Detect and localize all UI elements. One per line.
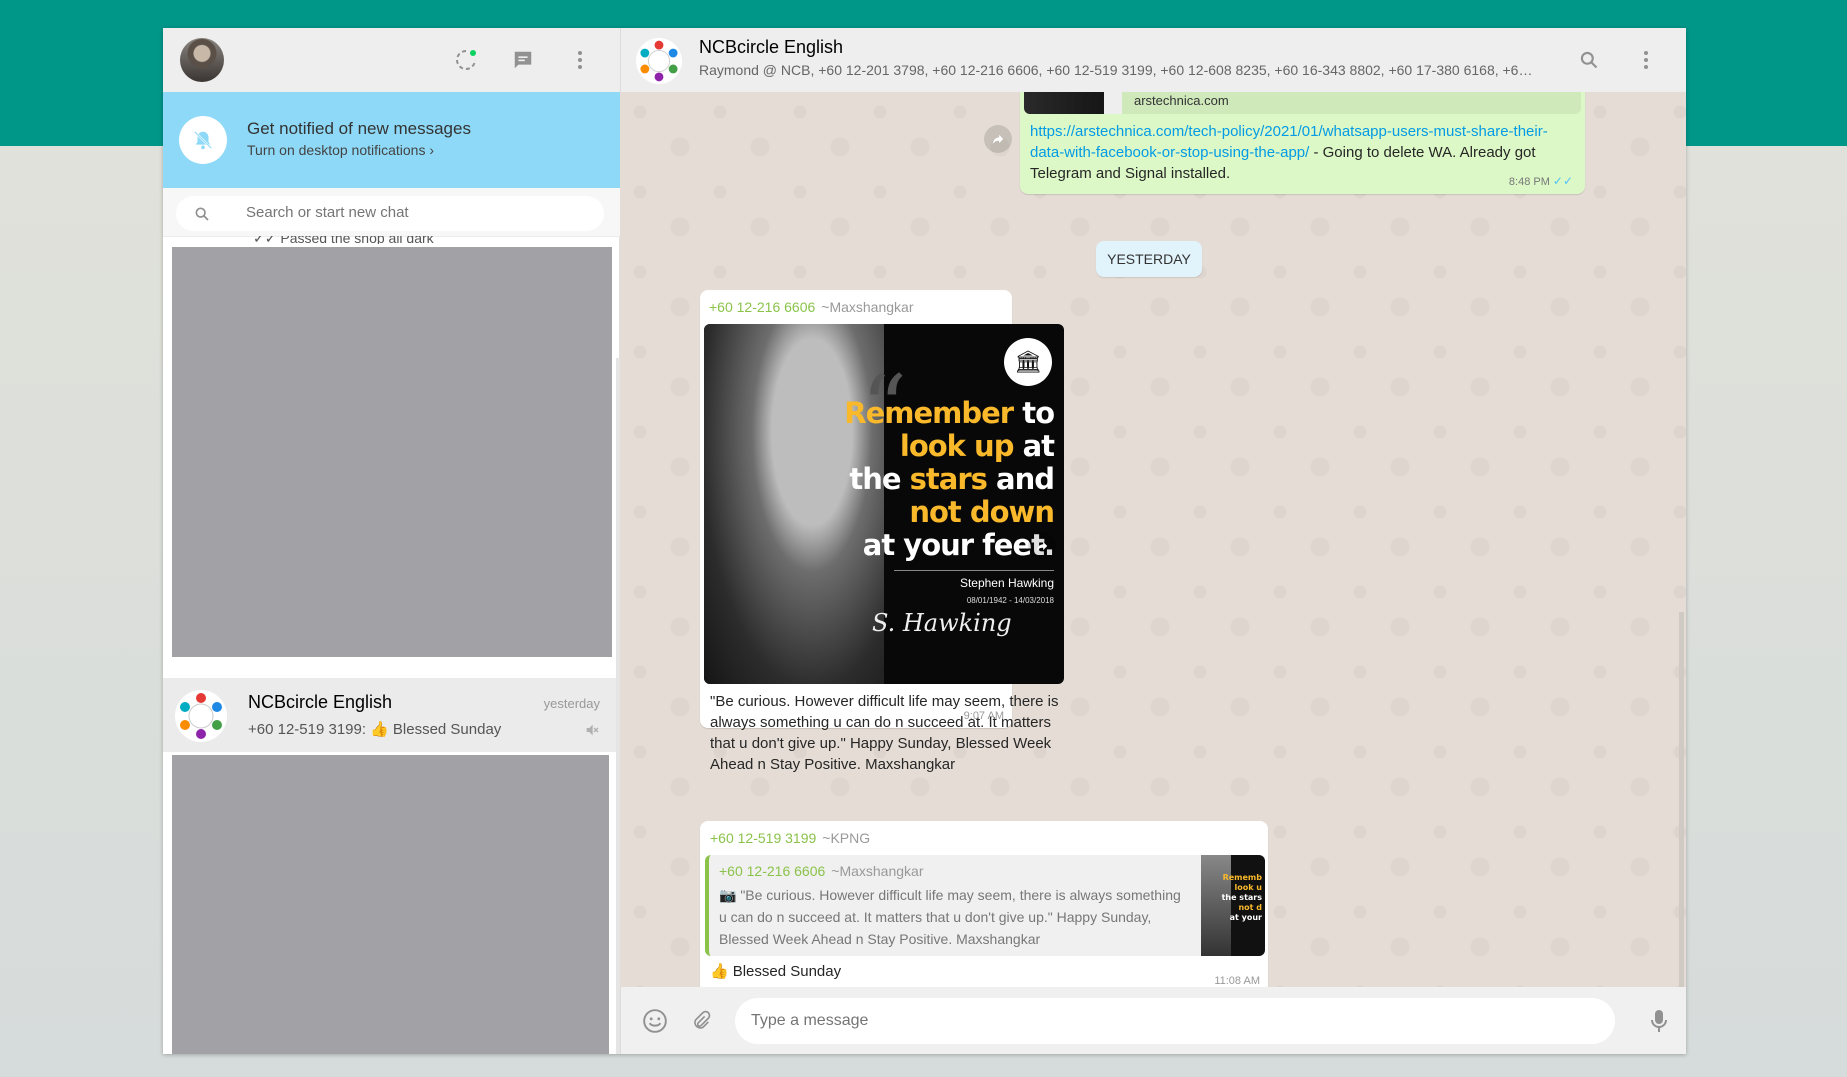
- message-list[interactable]: arstechnica.com https://arstechnica.com/…: [620, 92, 1686, 987]
- link-preview-domain: arstechnica.com: [1134, 93, 1229, 108]
- quote-line-1: Remember to: [844, 396, 1055, 430]
- sender-alias: ~Maxshangkar: [821, 299, 914, 315]
- outgoing-message[interactable]: arstechnica.com https://arstechnica.com/…: [1020, 92, 1585, 194]
- quoted-message[interactable]: +60 12-216 6606 ~Maxshangkar 📷 "Be curiou…: [705, 855, 1265, 956]
- portrait-photo: [704, 324, 884, 684]
- search-icon: [194, 206, 210, 227]
- status-icon[interactable]: [453, 47, 479, 73]
- read-receipt-icon: ✓✓: [1552, 174, 1573, 188]
- quoted-text-body: "Be curious. However difficult life may …: [719, 887, 1181, 947]
- link-preview-thumbnail-page: [1104, 92, 1122, 114]
- conversation-header[interactable]: NCBcircle English Raymond @ NCB, +60 12-…: [620, 28, 1686, 92]
- sender-number: +60 12-216 6606: [709, 299, 816, 315]
- reply-message[interactable]: +60 12-519 3199 ~KPNG +60 12-216 6606 ~Max…: [700, 821, 1268, 987]
- quote-author: Stephen Hawking: [959, 576, 1054, 590]
- notification-title: Get notified of new messages: [247, 119, 471, 138]
- quoted-text: 📷 "Be curious. However difficult life ma…: [719, 884, 1189, 950]
- conversation-title: NCBcircle English: [699, 37, 844, 57]
- image-message[interactable]: +60 12-216 6606 ~Maxshangkar “ 🏛 Remember…: [700, 290, 1064, 773]
- thumbs-up-icon: 👍: [710, 963, 729, 980]
- menu-icon[interactable]: [1633, 47, 1659, 73]
- quote-line-2: look up at: [899, 429, 1055, 463]
- quoted-sender-alias: ~Maxshangkar: [831, 863, 924, 879]
- notification-banner: Get notified of new messages Turn on des…: [163, 92, 620, 188]
- sidebar: Get notified of new messages Turn on des…: [163, 28, 620, 1054]
- quoted-sender: +60 12-216 6606 ~Maxshangkar: [719, 863, 923, 879]
- camera-icon: 📷: [719, 887, 737, 903]
- outgoing-message-time: 8:48 PM: [1508, 176, 1550, 188]
- emoji-icon[interactable]: [641, 1007, 669, 1035]
- chat-preview-peek: ✓✓ Passed the shop all dark: [253, 236, 434, 244]
- attach-icon[interactable]: [687, 1007, 715, 1035]
- search-bar: [163, 188, 620, 237]
- search-icon[interactable]: [1576, 47, 1602, 73]
- chat-last-sender: +60 12-519 3199:: [248, 721, 367, 738]
- sidebar-header: [163, 28, 620, 92]
- group-avatar: [175, 690, 227, 742]
- message-time: 9:07 AM: [963, 710, 1004, 722]
- chat-time: yesterday: [543, 696, 600, 711]
- quote-author-dates: 08/01/1942 - 14/03/2018: [966, 596, 1054, 605]
- group-avatar[interactable]: [636, 38, 682, 84]
- message-sender[interactable]: +60 12-519 3199 ~KPNG: [710, 830, 870, 846]
- sender-number: +60 12-519 3199: [710, 830, 817, 846]
- forward-icon[interactable]: [984, 125, 1012, 153]
- quote-line-3: the stars and: [849, 462, 1055, 496]
- mic-icon[interactable]: [1645, 1007, 1673, 1035]
- link-preview[interactable]: arstechnica.com: [1024, 92, 1581, 114]
- quoted-thumbnail-text: Rememb look u the stars not d at your: [1221, 873, 1262, 922]
- new-chat-icon[interactable]: [510, 47, 536, 73]
- sender-alias: ~KPNG: [822, 830, 871, 846]
- message-input[interactable]: [735, 998, 1615, 1044]
- redacted-chat-list: [172, 247, 612, 657]
- mute-icon: [584, 722, 600, 743]
- menu-icon[interactable]: [567, 47, 593, 73]
- conversation-pane: NCBcircle English Raymond @ NCB, +60 12-…: [620, 28, 1686, 1054]
- chat-list-item[interactable]: NCBcircle English yesterday +60 12-519 3…: [163, 678, 620, 752]
- quoted-sender-number: +60 12-216 6606: [719, 863, 826, 879]
- quote-line-5: at your feet.: [862, 528, 1055, 562]
- quoted-image-thumbnail: Rememb look u the stars not d at your: [1201, 855, 1265, 956]
- message-sender[interactable]: +60 12-216 6606 ~Maxshangkar: [709, 299, 913, 315]
- quote-line-4: not down: [909, 495, 1055, 529]
- message-image[interactable]: “ 🏛 Remember to look up at the stars and…: [704, 324, 1064, 684]
- composer: [620, 987, 1686, 1054]
- search-box[interactable]: [176, 196, 604, 231]
- reply-text-body: Blessed Sunday: [732, 963, 842, 980]
- unesco-logo-icon: 🏛: [1004, 338, 1052, 386]
- outgoing-message-text: https://arstechnica.com/tech-policy/2021…: [1030, 121, 1575, 184]
- image-caption: "Be curious. However difficult life may …: [710, 693, 1059, 773]
- bell-off-icon: [179, 116, 227, 164]
- profile-avatar[interactable]: [180, 38, 224, 82]
- chat-last-message: +60 12-519 3199: 👍 Blessed Sunday: [248, 720, 501, 738]
- forward-icon[interactable]: [1028, 532, 1056, 560]
- conversation-scrollbar[interactable]: [1679, 612, 1684, 987]
- chat-last-text: Blessed Sunday: [392, 721, 502, 738]
- enable-notifications-link[interactable]: Turn on desktop notifications ›: [247, 142, 434, 158]
- date-divider: YESTERDAY: [1096, 241, 1202, 277]
- redacted-chat-list-lower: [172, 755, 609, 1054]
- message-time: 11:08 AM: [1214, 975, 1260, 987]
- whatsapp-window: Get notified of new messages Turn on des…: [163, 28, 1686, 1054]
- chat-name: NCBcircle English: [248, 692, 393, 712]
- image-divider: [894, 570, 1054, 571]
- search-input[interactable]: [246, 204, 576, 221]
- message-time: 8:48 PM ✓✓: [1509, 174, 1573, 188]
- signature: S. Hawking: [872, 609, 1012, 637]
- conversation-members: Raymond @ NCB, +60 12-201 3798, +60 12-2…: [699, 62, 1533, 78]
- thumbs-up-icon: 👍: [370, 721, 389, 738]
- reply-text: 👍 Blessed Sunday: [710, 962, 841, 980]
